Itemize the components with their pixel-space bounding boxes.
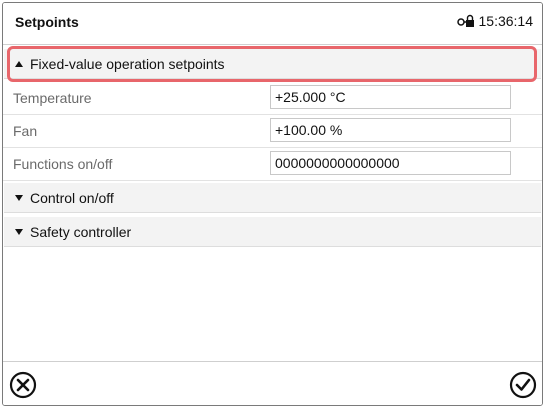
functions-row: Functions on/off 0000000000000000 bbox=[3, 148, 542, 181]
page-title: Setpoints bbox=[15, 14, 79, 30]
triangle-up-icon bbox=[15, 60, 23, 67]
setpoints-screen: Setpoints 15:36:14 Fixed-value operation… bbox=[2, 2, 543, 406]
fan-label: Fan bbox=[13, 123, 38, 139]
section-safety-controller[interactable]: Safety controller bbox=[4, 217, 541, 247]
clock-time: 15:36:14 bbox=[478, 13, 534, 29]
lock-network-icon bbox=[456, 14, 474, 27]
top-bar: Setpoints 15:36:14 bbox=[3, 3, 542, 45]
triangle-down-icon bbox=[15, 228, 23, 235]
fan-field[interactable]: +100.00 % bbox=[270, 118, 511, 142]
triangle-down-icon bbox=[15, 194, 23, 201]
temperature-label: Temperature bbox=[13, 90, 92, 106]
confirm-check-icon[interactable] bbox=[508, 370, 538, 400]
temperature-field[interactable]: +25.000 °C bbox=[270, 85, 511, 109]
clock: 15:36:14 bbox=[456, 13, 534, 29]
section-control-on-off[interactable]: Control on/off bbox=[4, 183, 541, 213]
section-label: Control on/off bbox=[30, 189, 114, 206]
bottom-bar bbox=[3, 361, 542, 405]
temperature-row: Temperature +25.000 °C bbox=[3, 82, 542, 115]
section-label: Fixed-value operation setpoints bbox=[30, 55, 225, 72]
functions-label: Functions on/off bbox=[13, 156, 113, 172]
functions-field[interactable]: 0000000000000000 bbox=[270, 151, 511, 175]
fan-row: Fan +100.00 % bbox=[3, 115, 542, 148]
section-fixed-value-setpoints[interactable]: Fixed-value operation setpoints bbox=[4, 49, 541, 79]
cancel-circle-icon[interactable] bbox=[8, 370, 38, 400]
section-label: Safety controller bbox=[30, 223, 132, 240]
